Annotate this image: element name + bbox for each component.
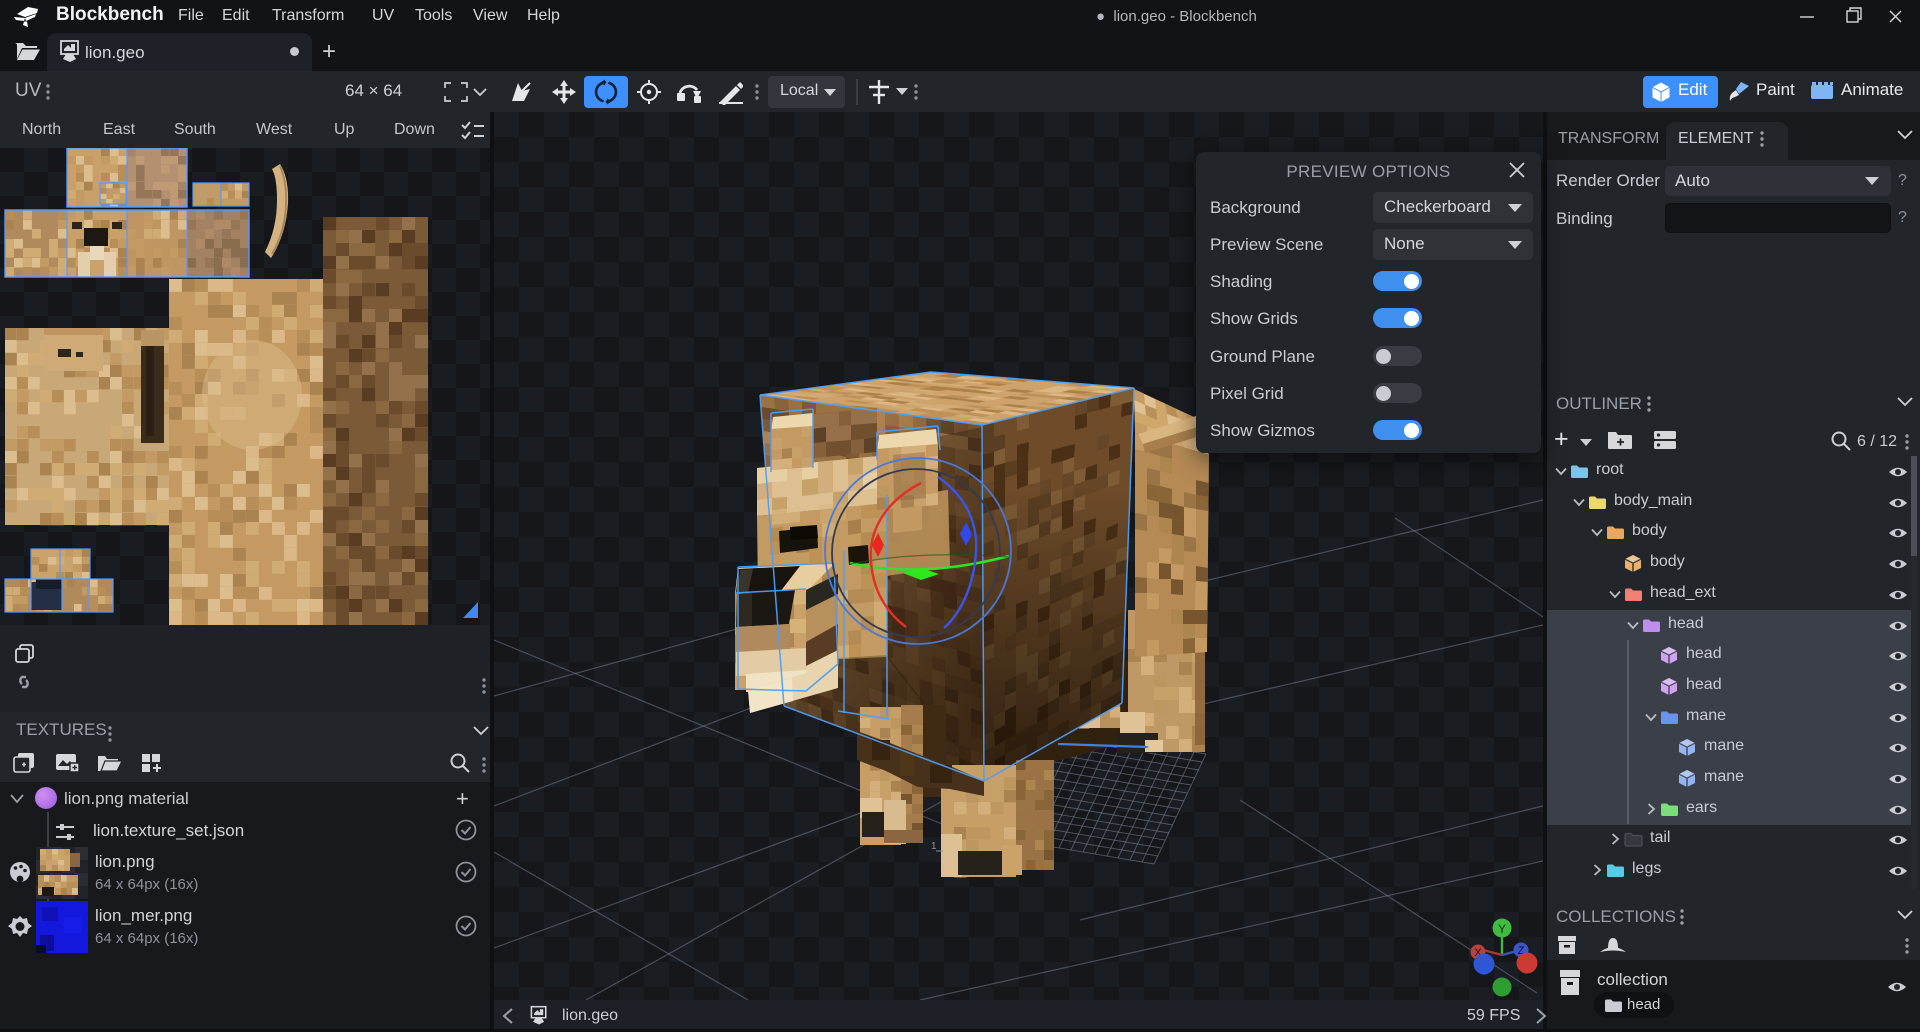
- svg-text:1: 1: [931, 841, 937, 852]
- svg-text:Y: Y: [1498, 922, 1506, 936]
